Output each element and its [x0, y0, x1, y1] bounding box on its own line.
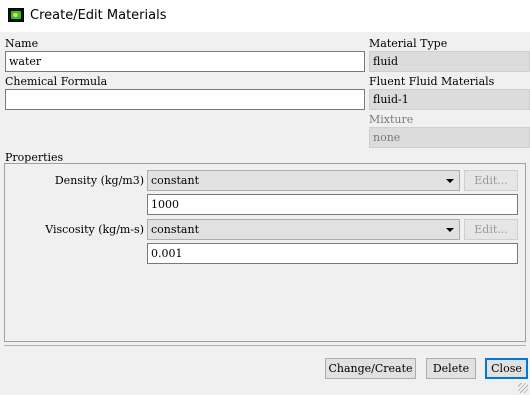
title-bar: Create/Edit Materials	[0, 0, 530, 32]
viscosity-value-field[interactable]: 0.001	[147, 243, 518, 264]
properties-group: Density (kg/m3) constant Edit... 1000 Vi…	[4, 163, 526, 342]
chevron-down-icon	[446, 228, 454, 232]
close-button[interactable]: Close	[485, 358, 528, 379]
material-type-label: Material Type	[369, 37, 448, 50]
name-field[interactable]: water	[5, 51, 365, 72]
resize-grip-icon[interactable]	[518, 383, 528, 393]
viscosity-label: Viscosity (kg/m-s)	[45, 223, 144, 236]
change-create-button[interactable]: Change/Create	[325, 358, 416, 379]
density-value-field[interactable]: 1000	[147, 194, 518, 215]
chevron-down-icon	[446, 179, 454, 183]
density-edit-button: Edit...	[464, 170, 518, 191]
density-method-dropdown[interactable]: constant	[147, 170, 460, 191]
chemical-formula-label: Chemical Formula	[5, 75, 108, 88]
density-method-value: constant	[151, 174, 199, 187]
mixture-label: Mixture	[369, 113, 414, 126]
material-type-dropdown[interactable]: fluid	[369, 51, 530, 72]
viscosity-edit-button: Edit...	[464, 219, 518, 240]
viscosity-method-value: constant	[151, 223, 199, 236]
delete-button[interactable]: Delete	[426, 358, 476, 379]
divider	[4, 345, 526, 346]
fluent-fluid-materials-dropdown[interactable]: fluid-1	[369, 89, 530, 110]
fluent-fluid-materials-label: Fluent Fluid Materials	[369, 75, 495, 88]
viscosity-method-dropdown[interactable]: constant	[147, 219, 460, 240]
window-title: Create/Edit Materials	[30, 8, 167, 23]
name-label: Name	[5, 37, 39, 50]
chemical-formula-field[interactable]	[5, 89, 365, 110]
fluent-app-icon	[8, 8, 24, 22]
density-label: Density (kg/m3)	[54, 174, 144, 187]
mixture-dropdown: none	[369, 127, 530, 148]
